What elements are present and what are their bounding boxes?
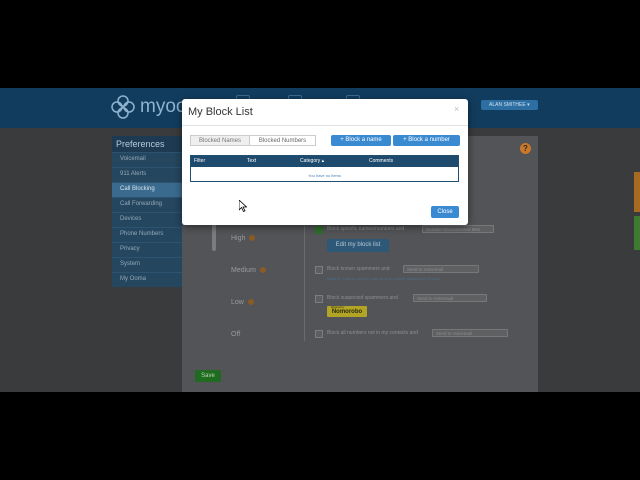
save-button[interactable]: Save [195,370,221,382]
divider [304,221,305,341]
empty-state: You have no items [308,173,341,178]
table-header: Filter Text Category ▴ Comments [191,156,458,167]
sidebar-item-phone-numbers[interactable]: Phone Numbers [112,227,182,242]
sidebar-title: Preferences [112,136,182,152]
close-icon[interactable]: × [454,104,459,114]
block-all-label: Block all numbers not in my contacts and [327,330,418,336]
sidebar-item-911-alerts[interactable]: 911 Alerts [112,167,182,182]
block-suspected-checkbox[interactable] [315,295,323,303]
nomorobo-badge: Powered by Nomorobo [327,306,367,317]
mouse-cursor-icon [239,200,247,212]
sidebar-item-call-forwarding[interactable]: Call Forwarding [112,197,182,212]
column-category[interactable]: Category ▴ [300,158,324,164]
block-known-checkbox[interactable] [315,266,323,274]
divider [182,125,468,126]
edit-block-list-button[interactable]: Edit my block list [327,239,389,252]
info-icon[interactable] [247,299,254,306]
level-off: Off [231,331,241,338]
sidebar-item-voicemail[interactable]: Voicemail [112,152,182,167]
block-list-table: Filter Text Category ▴ Comments You have… [190,155,459,182]
level-low: Low [231,299,254,306]
sidebar-item-my-ooma[interactable]: My Ooma [112,272,182,287]
logo-text: myoo [140,96,187,117]
block-specific-checkbox[interactable] [315,226,323,234]
tab-blocked-names[interactable]: Blocked Names [190,135,250,146]
all-action-select[interactable]: Send to Voicemail [432,329,508,337]
sidebar-item-devices[interactable]: Devices [112,212,182,227]
info-icon[interactable] [259,267,266,274]
ooma-logo-icon [111,95,135,119]
side-tab[interactable] [634,172,640,212]
modal-title: My Block List [188,106,253,118]
sidebar-item-system[interactable]: System [112,257,182,272]
known-action-select[interactable]: Send to Voicemail [403,265,479,273]
user-menu-button[interactable]: ALAN SMITHEE ▾ [481,100,538,110]
column-filter[interactable]: Filter [194,158,205,164]
specific-action-select[interactable]: Number Disconnected Mes [422,225,494,233]
help-icon[interactable]: ? [520,143,531,154]
column-comments[interactable]: Comments [369,158,393,164]
block-number-button[interactable]: + Block a number [393,135,460,146]
block-suspected-label: Block suspected spammers and [327,295,398,301]
block-all-checkbox[interactable] [315,330,323,338]
suspected-action-select[interactable]: Send to Voicemail [413,294,487,302]
side-tab[interactable] [634,216,640,250]
block-known-label: Block known spammers and [327,266,390,272]
known-help-link[interactable]: What if I want to receive calls from a n… [327,276,440,281]
column-text[interactable]: Text [247,158,256,164]
close-button[interactable]: Close [431,206,459,218]
level-high: High [231,235,256,242]
info-icon[interactable] [249,235,256,242]
tab-blocked-numbers[interactable]: Blocked Numbers [249,135,316,146]
preferences-sidebar: Preferences Voicemail 911 Alerts Call Bl… [112,136,182,287]
sidebar-item-privacy[interactable]: Privacy [112,242,182,257]
sidebar-item-call-blocking[interactable]: Call Blocking [112,182,182,197]
block-specific-label: Block specific names/numbers and [327,226,405,232]
block-name-button[interactable]: + Block a name [331,135,391,146]
level-medium: Medium [231,267,266,274]
block-list-modal: My Block List × Blocked Names Blocked Nu… [182,99,468,225]
